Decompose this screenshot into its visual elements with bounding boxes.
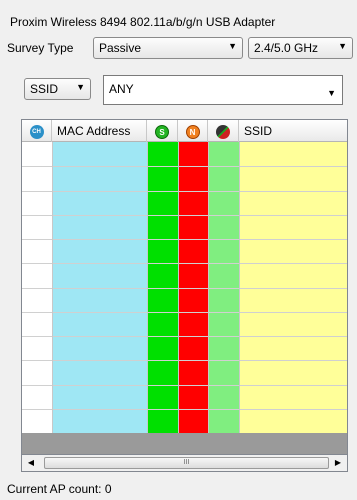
grid-row-line bbox=[22, 215, 347, 216]
column-divider bbox=[239, 120, 240, 454]
grid-row-line bbox=[22, 360, 347, 361]
column-divider bbox=[208, 120, 209, 454]
grid-row-line bbox=[22, 239, 347, 240]
channel-icon: CH bbox=[29, 124, 44, 139]
snr-icon bbox=[216, 124, 230, 139]
grid-empty-area bbox=[22, 433, 347, 454]
header-noise[interactable]: N bbox=[178, 120, 208, 142]
header-snr[interactable] bbox=[208, 120, 239, 142]
signal-icon: S bbox=[155, 124, 169, 139]
scroll-thumb[interactable]: III bbox=[44, 457, 329, 469]
band-select[interactable]: 2.4/5.0 GHz ▼ bbox=[248, 37, 353, 59]
scroll-grip: III bbox=[183, 459, 190, 466]
grid-row-line bbox=[22, 191, 347, 192]
survey-type-value: Passive bbox=[99, 41, 142, 55]
header-ssid[interactable]: SSID bbox=[239, 120, 347, 142]
horizontal-scrollbar[interactable]: ◀ III ▶ bbox=[21, 455, 348, 472]
noise-column bbox=[178, 120, 208, 454]
grid-header: CH MAC Address S N SSID bbox=[22, 120, 347, 142]
survey-type-label: Survey Type bbox=[7, 41, 74, 55]
column-divider bbox=[178, 120, 179, 454]
header-signal[interactable]: S bbox=[147, 120, 178, 142]
ap-count-status: Current AP count: 0 bbox=[7, 482, 112, 496]
filter-value-text: ANY bbox=[109, 82, 134, 96]
header-mac-address[interactable]: MAC Address bbox=[52, 120, 147, 142]
header-channel[interactable]: CH bbox=[22, 120, 52, 142]
adapter-title: Proxim Wireless 8494 802.11a/b/g/n USB A… bbox=[10, 15, 276, 29]
survey-type-select[interactable]: Passive ▼ bbox=[93, 37, 243, 59]
grid-row-line bbox=[22, 385, 347, 386]
column-divider bbox=[147, 120, 148, 454]
column-divider bbox=[52, 120, 53, 454]
grid-row-line bbox=[22, 263, 347, 264]
band-value: 2.4/5.0 GHz bbox=[254, 41, 319, 55]
grid-row-line bbox=[22, 312, 347, 313]
dropdown-arrow-icon: ▼ bbox=[338, 41, 347, 51]
ssid-column bbox=[239, 120, 347, 454]
dropdown-arrow-icon: ▼ bbox=[76, 82, 85, 92]
grid-row-line bbox=[22, 409, 347, 410]
header-mac-label: MAC Address bbox=[57, 124, 131, 138]
signal-column bbox=[147, 120, 178, 454]
dropdown-arrow-icon: ▼ bbox=[327, 88, 336, 98]
snr-column bbox=[208, 120, 239, 454]
scroll-left-icon[interactable]: ◀ bbox=[24, 456, 38, 470]
filter-value-combo[interactable]: ANY ▼ bbox=[103, 75, 343, 105]
header-ssid-label: SSID bbox=[244, 124, 273, 138]
filter-field-value: SSID bbox=[30, 82, 59, 96]
noise-icon: N bbox=[185, 124, 200, 139]
grid-row-line bbox=[22, 166, 347, 167]
dropdown-arrow-icon: ▼ bbox=[228, 41, 237, 51]
mac-address-column bbox=[52, 120, 147, 454]
grid-row-line bbox=[22, 288, 347, 289]
filter-field-select[interactable]: SSID ▼ bbox=[24, 78, 91, 100]
scroll-right-icon[interactable]: ▶ bbox=[331, 456, 345, 470]
grid-row-line bbox=[22, 336, 347, 337]
access-point-grid[interactable]: CH MAC Address S N SSID bbox=[21, 119, 348, 455]
channel-column bbox=[22, 120, 52, 454]
